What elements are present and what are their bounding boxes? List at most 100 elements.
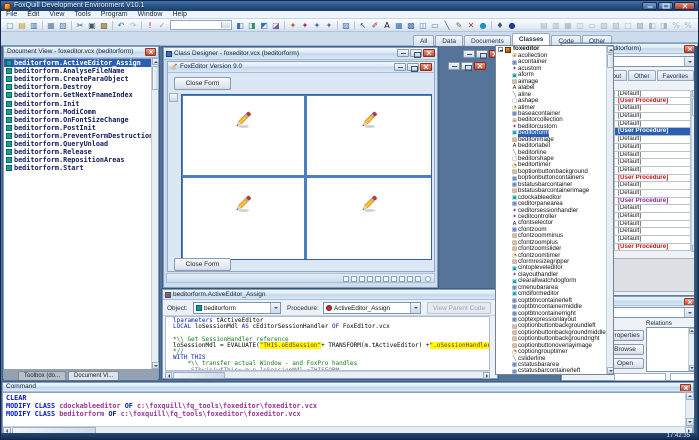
toolbar-icon[interactable]: A [381,20,393,31]
toolbar-icon[interactable]: ◪ [270,20,282,31]
editor-pane[interactable] [307,178,431,259]
panel-tab[interactable]: Document Vi... [68,371,119,380]
menu-item[interactable]: Edit [22,11,44,19]
toolbar-icon[interactable]: ◩ [258,20,270,31]
status-mini-button[interactable] [375,276,381,282]
panel-tab[interactable]: Toolbox (do... [18,371,66,380]
code-hscrollbar[interactable] [165,371,490,378]
toolbar-icon[interactable]: ▦ [45,20,57,31]
method-list-item[interactable]: beditorform.Start [4,164,158,172]
editor-pane[interactable] [183,178,304,259]
property-value-row[interactable]: [Default] [614,190,691,198]
properties-tab[interactable]: Favorites [657,70,694,81]
document-view-scrollbar[interactable] [151,58,158,369]
close-icon[interactable] [145,48,156,56]
menu-item[interactable]: Window [133,11,168,19]
maximize-button[interactable] [410,49,422,57]
property-value-row[interactable]: [Default] [614,152,691,160]
toolbar-icon[interactable]: ✓ [156,20,168,31]
toolbar-icon[interactable]: ▩ [405,20,417,31]
toolbar-icon[interactable]: ▩ [98,20,110,31]
method-list-item[interactable]: beditorform.QueryUnload [4,140,158,148]
method-list-item[interactable]: beditorform.RepositionAreas [4,156,158,164]
toolbar-icon[interactable]: ◫ [417,20,429,31]
status-mini-button[interactable] [343,276,349,282]
toolbar-icon[interactable]: ✕ [465,20,477,31]
code-window-titlebar[interactable]: beditorform.ActiveEditor_Assign [163,290,497,300]
property-value-row[interactable]: [User Procedure] [614,175,691,183]
toolbar-icon[interactable]: ✦ [311,20,323,31]
relations-listbox[interactable] [646,327,695,372]
status-round-button[interactable] [425,276,431,282]
property-value-row[interactable]: [Default] [614,144,691,152]
document-view-titlebar[interactable]: Document View - foxeditor.vcx (beditorfo… [4,47,158,58]
collapse-icon[interactable] [498,47,503,52]
property-value-row[interactable]: [Default] [614,167,691,175]
chevron-down-icon[interactable] [684,308,694,317]
view-parent-code-button[interactable]: View Parent Code [427,302,491,314]
title-bar[interactable]: FoxQuill Development Environment V10.1 [1,1,698,11]
minimize-button[interactable] [397,49,409,57]
property-value-row[interactable]: [Default] [614,105,691,113]
foxeditor-form-titlebar[interactable]: FoxEditor Version 9.0 [168,62,434,73]
property-value-row[interactable]: [Default] [614,182,691,190]
method-list-item[interactable]: beditorform.PostInit [4,124,158,132]
toolbar-icon[interactable]: ✐ [369,20,381,31]
status-mini-button[interactable] [367,276,373,282]
menu-item[interactable]: Help [167,11,191,19]
close-button[interactable] [474,62,486,70]
class-tree-item[interactable]: ▦ cstatusbarcontainerleft [496,368,613,374]
minimize-button[interactable] [642,2,657,10]
property-value-row[interactable]: [Default] [614,205,691,213]
class-tree-root[interactable]: foxeditor [496,46,613,53]
property-value-row[interactable]: [Default] [614,228,691,236]
toolbar-icon[interactable]: ✦ [323,20,335,31]
property-value-row[interactable]: [Default] [614,90,691,98]
close-button[interactable] [423,49,435,57]
toolbar-icon[interactable] [170,20,232,30]
method-list-item[interactable]: beditorform.Destroy [4,83,158,91]
method-list-item[interactable]: beditorform.GetNextFnameIndex [4,91,158,99]
command-vscrollbar[interactable] [685,392,693,426]
editor-pane[interactable] [307,96,431,175]
property-value-row[interactable]: [Default] [614,159,691,167]
doc-tab[interactable]: Data [435,35,463,46]
minimize-button[interactable] [394,63,406,71]
procedure-combo[interactable]: ActiveEditor_Assign [323,302,421,314]
toolbar-icon[interactable]: ▨ [340,20,352,31]
toolbar-icon[interactable]: ♦ [494,20,506,31]
method-list-item[interactable]: beditorform.PreventFormDestruction [4,132,158,140]
editor-pane[interactable] [183,96,304,175]
chevron-down-icon[interactable] [270,303,280,313]
toolbar-icon[interactable]: ● [506,20,518,31]
method-list-item[interactable]: beditorform.Release [4,148,158,156]
restore-button[interactable] [461,62,473,70]
property-value-row[interactable]: [User Procedure] [614,244,691,252]
status-mini-button[interactable] [383,276,389,282]
toolbar-icon[interactable]: ▢ [4,20,16,31]
toolbar-icon[interactable]: ✦ [287,20,299,31]
toolbar-icon[interactable]: ▧ [57,20,69,31]
status-mini-button[interactable] [351,276,357,282]
close-button[interactable] [674,2,695,10]
method-list-item[interactable]: beditorform.AnalyseFileName [4,67,158,75]
maximize-button[interactable] [658,2,673,10]
toolbar-icon[interactable]: ✎ [453,20,465,31]
properties-tab[interactable]: Other [628,70,655,81]
command-titlebar[interactable]: Command [3,383,693,392]
status-mini-button[interactable] [399,276,405,282]
object-combo[interactable]: beditorform [193,302,281,314]
status-mini-button[interactable] [407,276,413,282]
close-icon[interactable] [680,384,691,392]
method-list-item[interactable]: beditorform.OnFontSizeChange [4,116,158,124]
method-list-item[interactable]: beditorform.ActiveEditor_Assign [4,59,158,67]
method-list-item[interactable]: beditorform.Init [4,99,158,107]
class-designer-titlebar[interactable]: Class Designer - foxeditor.vcx (beditorf… [164,48,437,60]
toolbar-icon[interactable]: ◨ [246,20,258,31]
command-input-area[interactable]: CLEARMODIFY CLASS cdockableeditor OF c:\… [3,392,697,426]
toolbar-icon[interactable]: ↶ [115,20,127,31]
toolbar-icon[interactable]: ▥ [28,20,40,31]
property-value-row[interactable]: [User Procedure] [614,98,691,106]
chevron-down-icon[interactable] [410,303,420,313]
toolbar-icon[interactable]: ▭ [429,20,441,31]
